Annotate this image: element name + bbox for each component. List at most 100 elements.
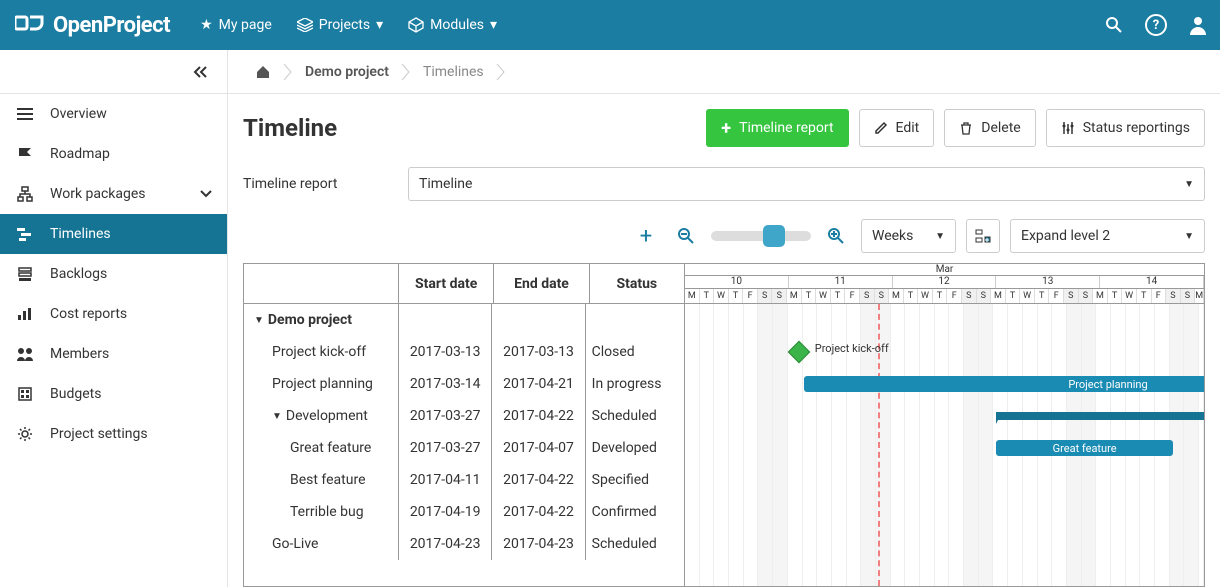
gantt-day-label: M <box>991 289 1006 303</box>
sidebar-item-roadmap[interactable]: Roadmap <box>0 134 227 174</box>
gantt-day-label: W <box>918 289 933 303</box>
gantt-row[interactable]: Terrible bug 2017-04-19 2017-04-22 Confi… <box>244 496 684 528</box>
status-reportings-label: Status reportings <box>1083 120 1190 136</box>
add-button[interactable]: + <box>631 221 661 251</box>
gantt-day-label: W <box>714 289 729 303</box>
gantt-container: Start date End date Status ▼ Demo projec… <box>228 263 1220 587</box>
zoom-unit-select[interactable]: Weeks ▼ <box>861 219 956 253</box>
nav-projects[interactable]: Projects ▾ <box>297 17 383 33</box>
sidebar-item-overview[interactable]: Overview <box>0 94 227 134</box>
report-selector-value: Timeline <box>419 176 472 192</box>
col-status-header: Status <box>590 264 684 303</box>
gantt-row[interactable]: Best feature 2017-04-11 2017-04-22 Speci… <box>244 464 684 496</box>
report-selector[interactable]: Timeline ▼ <box>408 167 1205 201</box>
sidebar-item-work-packages[interactable]: Work packages <box>0 174 227 214</box>
zoom-in-icon <box>827 227 845 245</box>
delete-button[interactable]: Delete <box>944 109 1035 147</box>
col-end-header: End date <box>494 264 589 303</box>
gantt-row[interactable]: Great feature 2017-03-27 2017-04-07 Deve… <box>244 432 684 464</box>
gantt-day-label: S <box>1181 289 1196 303</box>
row-start-date: 2017-03-27 <box>399 400 492 432</box>
gantt-row[interactable]: Project kick-off 2017-03-13 2017-03-13 C… <box>244 336 684 368</box>
bar-planning[interactable]: Project planning <box>804 376 1204 392</box>
chart-icon <box>15 307 35 321</box>
chevron-down-icon: ▼ <box>935 231 945 242</box>
breadcrumb-separator <box>496 62 506 82</box>
gantt-day-label: W <box>1122 289 1137 303</box>
gantt-grid-col <box>714 304 729 586</box>
nav-modules[interactable]: Modules ▾ <box>408 17 497 33</box>
chevron-down-icon: ▾ <box>490 17 497 33</box>
row-start-date: 2017-04-19 <box>399 496 492 528</box>
timeline-report-button[interactable]: + Timeline report <box>706 109 848 147</box>
list-icon <box>15 107 35 121</box>
gantt-grid-col <box>979 304 994 586</box>
gantt-month-label: Mar <box>685 264 1204 276</box>
breadcrumb-page[interactable]: Timelines <box>411 50 496 93</box>
row-start-date: 2017-04-11 <box>399 464 492 496</box>
bar-development-group[interactable] <box>996 412 1204 420</box>
gantt-row[interactable]: Project planning 2017-03-14 2017-04-21 I… <box>244 368 684 400</box>
help-button[interactable]: ? <box>1144 13 1168 37</box>
outline-button[interactable] <box>966 219 1000 253</box>
budget-icon <box>15 386 35 402</box>
expand-level-select[interactable]: Expand level 2 ▼ <box>1010 219 1205 253</box>
breadcrumb-project-label: Demo project <box>305 64 389 80</box>
sidebar-item-label: Budgets <box>50 386 101 402</box>
chevron-down-icon: ▼ <box>1184 179 1194 190</box>
backlog-icon <box>15 267 35 281</box>
row-name-label: Development <box>286 408 368 424</box>
breadcrumb-separator <box>283 62 293 82</box>
row-status: Closed <box>586 336 684 368</box>
breadcrumb-home[interactable] <box>243 50 283 93</box>
sitemap-icon <box>15 186 35 202</box>
zoom-out-button[interactable] <box>671 221 701 251</box>
sidebar-item-timelines[interactable]: Timelines <box>0 214 227 254</box>
search-button[interactable] <box>1102 13 1126 37</box>
sidebar-item-budgets[interactable]: Budgets <box>0 374 227 414</box>
zoom-in-button[interactable] <box>821 221 851 251</box>
bar-great-feature[interactable]: Great feature <box>996 440 1172 456</box>
gantt-row[interactable]: ▼ Development 2017-03-27 2017-04-22 Sche… <box>244 400 684 432</box>
topbar: OpenProject ★ My page Projects ▾ Modules… <box>0 0 1220 50</box>
row-status: Confirmed <box>586 496 684 528</box>
slider-thumb[interactable] <box>763 225 785 247</box>
sidebar-item-backlogs[interactable]: Backlogs <box>0 254 227 294</box>
row-status: Scheduled <box>586 528 684 560</box>
gantt-day-label: S <box>977 289 992 303</box>
sidebar-item-label: Backlogs <box>50 266 107 282</box>
gantt-row[interactable]: ▼ Demo project <box>244 304 684 336</box>
zoom-slider[interactable] <box>711 231 811 241</box>
zoom-unit-value: Weeks <box>872 228 913 244</box>
sidebar-item-members[interactable]: Members <box>0 334 227 374</box>
gantt-grid-col <box>964 304 979 586</box>
sidebar-item-cost-reports[interactable]: Cost reports <box>0 294 227 334</box>
row-end-date: 2017-04-23 <box>492 528 585 560</box>
gantt-row[interactable]: Go-Live 2017-04-23 2017-04-23 Scheduled <box>244 528 684 560</box>
gantt-week-label: 13 <box>996 276 1100 288</box>
gantt-right-header: Mar 1011121314 MTWTFSSMTWTFSSMTWTFSSMTWT… <box>685 264 1204 304</box>
row-status: Developed <box>586 432 684 464</box>
nav-mypage[interactable]: ★ My page <box>200 17 272 33</box>
gantt-day-label: F <box>743 289 758 303</box>
topbar-right: ? <box>1102 13 1210 37</box>
sidebar-collapse[interactable] <box>0 50 227 94</box>
collapse-icon <box>193 66 209 78</box>
gantt-day-label: T <box>729 289 744 303</box>
status-reportings-button[interactable]: Status reportings <box>1046 109 1205 147</box>
gantt-day-label: S <box>1064 289 1079 303</box>
gantt-day-label: M <box>1093 289 1108 303</box>
milestone-kickoff-label: Project kick-off <box>815 342 889 355</box>
logo[interactable]: OpenProject <box>15 13 170 38</box>
edit-button[interactable]: Edit <box>859 109 935 147</box>
trash-icon <box>959 121 973 135</box>
gantt-grid-col <box>891 304 906 586</box>
gantt-day-label: F <box>1152 289 1167 303</box>
gantt-day-label: T <box>700 289 715 303</box>
sidebar-item-project-settings[interactable]: Project settings <box>0 414 227 454</box>
user-menu[interactable] <box>1186 13 1210 37</box>
breadcrumb-project[interactable]: Demo project <box>293 50 401 93</box>
gantt-day-label: M <box>685 289 700 303</box>
gantt-day-label: T <box>802 289 817 303</box>
gantt-grid-col <box>729 304 744 586</box>
